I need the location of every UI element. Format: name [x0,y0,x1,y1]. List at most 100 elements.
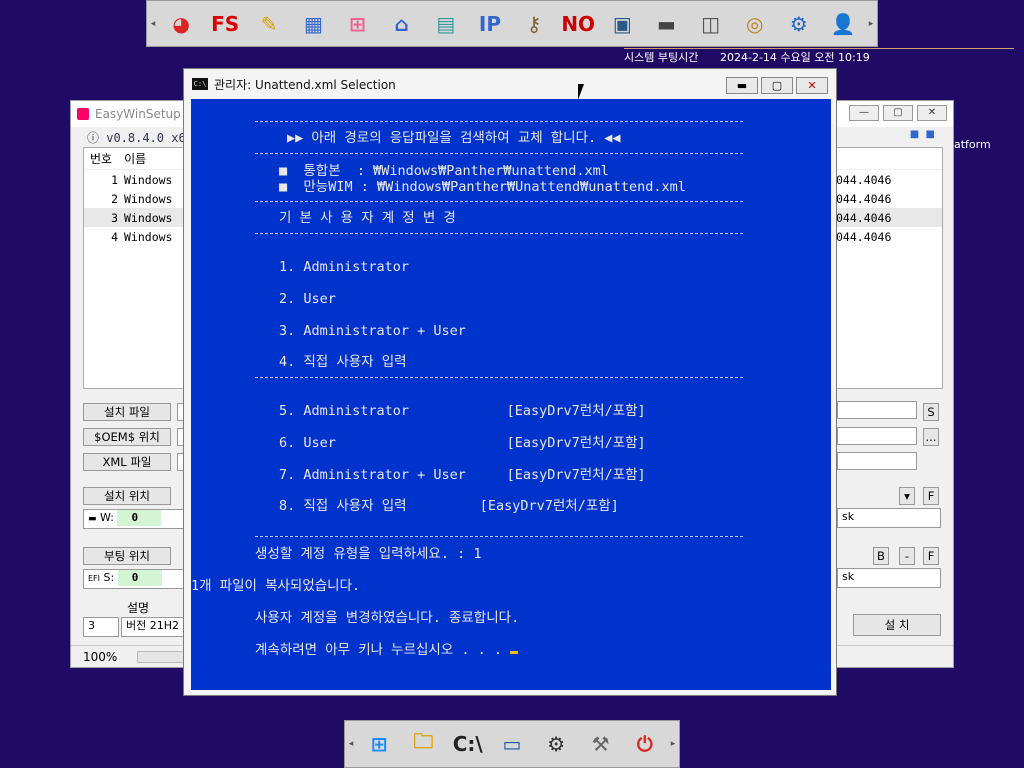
drive-icon[interactable]: ▬ [650,8,682,40]
taskbar-left-arrow-icon[interactable]: ◂ [345,739,357,749]
dock-left-arrow-icon[interactable]: ◂ [147,19,159,29]
browse-button[interactable]: ... [923,428,939,446]
install-location-button[interactable]: 설치 위치 [83,487,171,505]
boot-location-button[interactable]: 부팅 위치 [83,547,171,565]
add-user-icon[interactable]: 👤 [827,8,859,40]
version-label: ⓘ v0.8.4.0 x64 [87,131,193,145]
xml-path-field[interactable] [837,452,917,470]
partition-icon[interactable]: ◕ [165,8,197,40]
boot-drive-field[interactable]: EFI S: 0 [83,569,185,589]
ip-icon[interactable]: IP [474,8,506,40]
row-build: 044.4046 [836,172,892,187]
progress-bar [137,650,188,663]
row-number: 1 [111,172,118,187]
top-quicklaunch-bar: ◂ ◕ FS ✎ ▦ ⊞ ⌂ ▤ IP ⚷ NO ▣ ▬ ◫ ◎ ⚙ 👤 ▸ [146,0,878,47]
wizard-icon[interactable]: ✎ [253,8,285,40]
press-key-line: 계속하려면 아무 키나 누르십시오 . . . [255,642,519,658]
xml-file-button[interactable]: XML 파일 [83,453,171,471]
drive-s-value: 0 [117,570,162,586]
dock-right-arrow-icon[interactable]: ▸ [865,19,877,29]
windows-tile-icon[interactable]: ⊞ [342,8,374,40]
settings-gears-icon[interactable]: ⚙ [783,8,815,40]
install-file-path-field[interactable] [837,401,917,419]
install-f-button[interactable]: F [923,487,939,505]
oem-location-button[interactable]: $OEM$ 위치 [83,428,171,446]
install-button[interactable]: 설 치 [853,614,941,636]
col-name[interactable]: 이름 [118,150,152,167]
power-icon[interactable]: ⏻ [629,728,661,760]
drive-w-value: 0 [117,510,162,526]
no-tool-icon[interactable]: NO [561,8,595,40]
option-3: 3. Administrator + User [279,323,466,339]
option-6: 6. User [EasyDrv7런처/포함] [279,435,646,451]
s-button[interactable]: S [923,403,939,421]
boot-disk-field[interactable]: sk [837,568,941,588]
boot-time-value: 2024-2-14 수요일 오전 10:19 [720,51,870,64]
section-title: 기 본 사 용 자 계 정 변 경 [279,210,456,226]
side-platform-text: atform [954,138,991,151]
option-2: 2. User [279,291,336,307]
option-7: 7. Administrator + User [EasyDrv7런처/포함] [279,467,646,483]
user-photo-icon[interactable]: ▣ [606,8,638,40]
taskbar-right-arrow-icon[interactable]: ▸ [667,739,679,749]
console-minimize-button[interactable]: ▬ [726,77,758,94]
install-file-button[interactable]: 설치 파일 [83,403,171,421]
cmd-icon[interactable]: C:\ [452,728,484,760]
option-4: 4. 직접 사용자 입력 [279,354,407,370]
path-allround-wim: ■ 만능WIM : ₩Windows₩Panther₩Unattend₩unat… [279,179,686,195]
monitor-icon[interactable]: ▭ [496,728,528,760]
rule-1 [255,121,743,122]
console-maximize-button[interactable]: ▢ [761,77,793,94]
rule-3 [255,201,743,202]
description-label: 설명 [127,601,150,615]
book-icon[interactable]: ▤ [430,8,462,40]
efi-icon: EFI [88,574,101,583]
rule-5 [255,377,743,378]
boot-time-label: 시스템 부팅시간 [624,51,699,64]
install-disk-field[interactable]: sk [837,508,941,528]
boot-minus-button[interactable]: - [899,547,915,565]
oem-path-field[interactable] [837,427,917,445]
description-index: 3 [83,617,119,637]
close-button[interactable]: ✕ [917,105,947,121]
text-cursor [510,651,519,654]
console-title: 관리자: Unattend.xml Selection [214,77,396,92]
top-dock-icons: ◕ FS ✎ ▦ ⊞ ⌂ ▤ IP ⚷ NO ▣ ▬ ◫ ◎ ⚙ 👤 [159,8,865,40]
zoom-level: 100% [83,649,118,664]
tiles-icon[interactable]: ▦ [297,8,329,40]
windows-start-icon[interactable]: ⊞ [363,728,395,760]
console-output[interactable]: ▶▶ 아래 경로의 응답파일을 검색하여 교체 합니다. ◀◀ ■ 통합본 : … [191,99,831,690]
path-integrated: ■ 통합본 : ₩Windows₩Panther₩unattend.xml [279,163,609,179]
minimize-button[interactable]: — [849,105,879,121]
console-close-button[interactable]: ✕ [796,77,828,94]
hammer-icon[interactable]: ⚒ [585,728,617,760]
boot-f-button[interactable]: F [923,547,939,565]
drive-icon: ▬ [88,514,97,524]
rule-4 [255,233,743,234]
drive-w-label: W: [100,511,114,524]
keys-icon[interactable]: ⚷ [518,8,550,40]
taskbar-icons: ⊞ 🗀 C:\ ▭ ⚙ ⚒ ⏻ [357,728,667,760]
folder-search-icon[interactable]: 🗀 [407,728,439,760]
account-changed-message: 사용자 계정을 변경하였습니다. 종료합니다. [255,610,520,626]
description-value: 버전 21H2 [121,617,185,637]
row-number: 2 [111,191,118,206]
fs-icon[interactable]: FS [209,8,241,40]
option-8: 8. 직접 사용자 입력 [EasyDrv7런처/포함] [279,498,619,514]
install-drive-field[interactable]: ▬ W: 0 [83,509,185,529]
settings-icon[interactable]: ⚙ [540,728,572,760]
console-window: C:\ 관리자: Unattend.xml Selection ▬ ▢ ✕ ▶▶… [183,68,837,696]
disc-box-icon[interactable]: ◎ [739,8,771,40]
boot-b-button[interactable]: B [873,547,889,565]
easywinsetup-title: EasyWinSetup [95,107,181,121]
row-number: 3 [111,210,118,225]
rule-6 [255,536,743,537]
network-icon[interactable]: ⌂ [386,8,418,40]
row-build: 044.4046 [836,229,892,244]
app-logo-icon [77,108,89,120]
install-dropdown-button[interactable]: ▾ [899,487,915,505]
floppy-icon[interactable]: ◫ [695,8,727,40]
maximize-button[interactable]: ▢ [883,105,913,121]
col-number[interactable]: 번호 [84,150,118,167]
input-prompt: 생성할 계정 유형을 입력하세요. : 1 [255,546,482,562]
